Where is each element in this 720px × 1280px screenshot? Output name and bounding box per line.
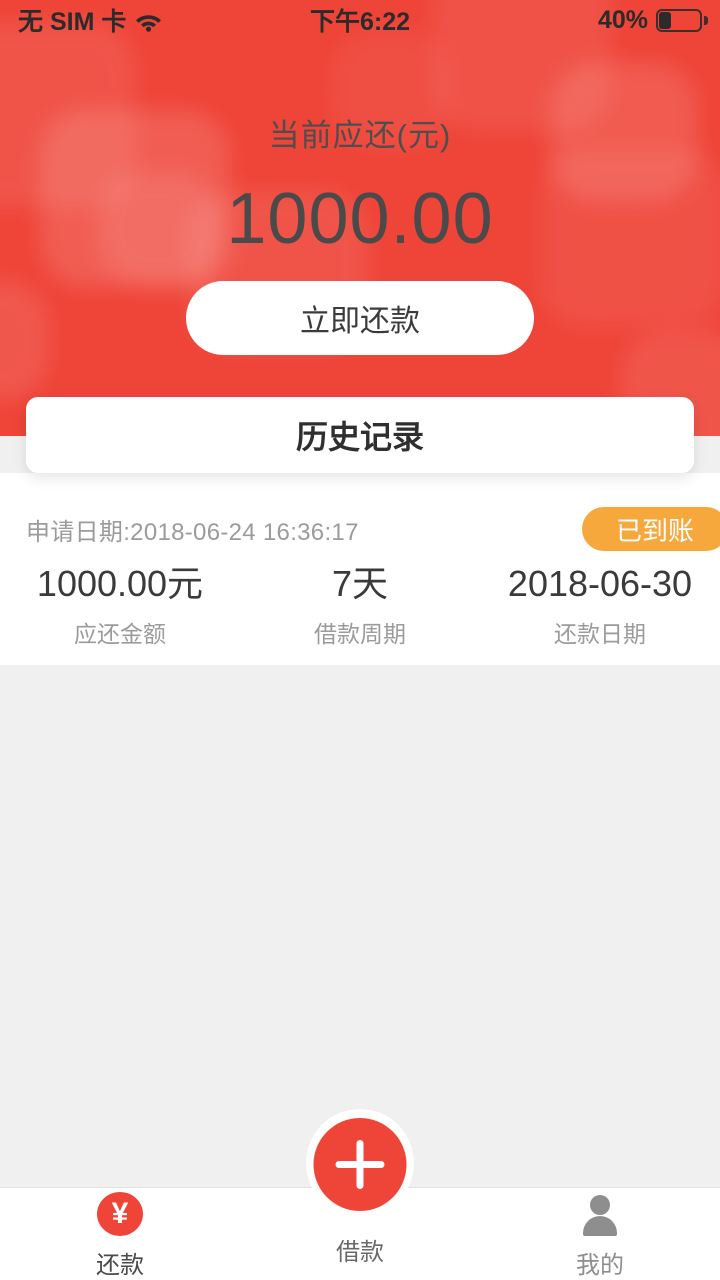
status-bar: 无 SIM 卡 下午6:22 40% bbox=[0, 0, 720, 40]
battery-icon bbox=[656, 8, 708, 32]
tab-label: 我的 bbox=[576, 1252, 624, 1279]
current-due-amount: 1000.00 bbox=[226, 179, 494, 259]
record-value: 7天 bbox=[331, 563, 389, 604]
repay-now-button[interactable]: 立即还款 bbox=[186, 281, 534, 355]
borrow-fab-button[interactable] bbox=[313, 1118, 407, 1211]
record-value: 2018-06-30 bbox=[507, 563, 693, 604]
history-title: 历史记录 bbox=[295, 419, 424, 455]
yuan-circle-icon: ¥ bbox=[97, 1192, 143, 1236]
battery-percent-label: 40% bbox=[597, 5, 648, 34]
history-card[interactable]: 历史记录 bbox=[26, 397, 694, 473]
record-label: 借款周期 bbox=[314, 621, 406, 647]
plus-icon-vertical bbox=[356, 1140, 364, 1189]
decorative-square bbox=[0, 280, 50, 400]
person-icon bbox=[577, 1192, 623, 1236]
record-value: 1000.00元 bbox=[36, 563, 204, 604]
status-badge: 已到账 bbox=[581, 507, 720, 551]
app-screen: 无 SIM 卡 下午6:22 40% 当前应还(元) 1000.00 立即还款 bbox=[0, 0, 720, 1280]
tab-label: 借款 bbox=[336, 1238, 384, 1266]
status-bar-left: 无 SIM 卡 bbox=[18, 2, 598, 38]
record-column-due-date: 2018-06-30 还款日期 bbox=[480, 561, 720, 649]
record-label: 还款日期 bbox=[554, 621, 646, 647]
status-bar-right: 40% bbox=[597, 5, 708, 35]
record-label: 应还金额 bbox=[74, 621, 166, 647]
tab-profile[interactable]: 我的 bbox=[480, 1188, 720, 1280]
tab-label: 还款 bbox=[96, 1252, 144, 1279]
apply-date-label: 申请日期:2018-06-24 16:36:17 bbox=[26, 518, 359, 546]
record-columns: 1000.00元 应还金额 7天 借款周期 2018-06-30 还款日期 bbox=[0, 561, 720, 649]
carrier-label: 无 SIM 卡 bbox=[18, 8, 127, 36]
record-meta-row: 申请日期:2018-06-24 16:36:17 已到账 bbox=[0, 507, 720, 551]
current-due-label: 当前应还(元) bbox=[268, 118, 452, 153]
record-column-amount: 1000.00元 应还金额 bbox=[0, 561, 240, 649]
wifi-icon bbox=[135, 10, 162, 32]
tab-repayment[interactable]: ¥ 还款 bbox=[0, 1188, 240, 1280]
record-column-period: 7天 借款周期 bbox=[240, 561, 480, 649]
record-panel: 申请日期:2018-06-24 16:36:17 已到账 1000.00元 应还… bbox=[0, 473, 720, 665]
